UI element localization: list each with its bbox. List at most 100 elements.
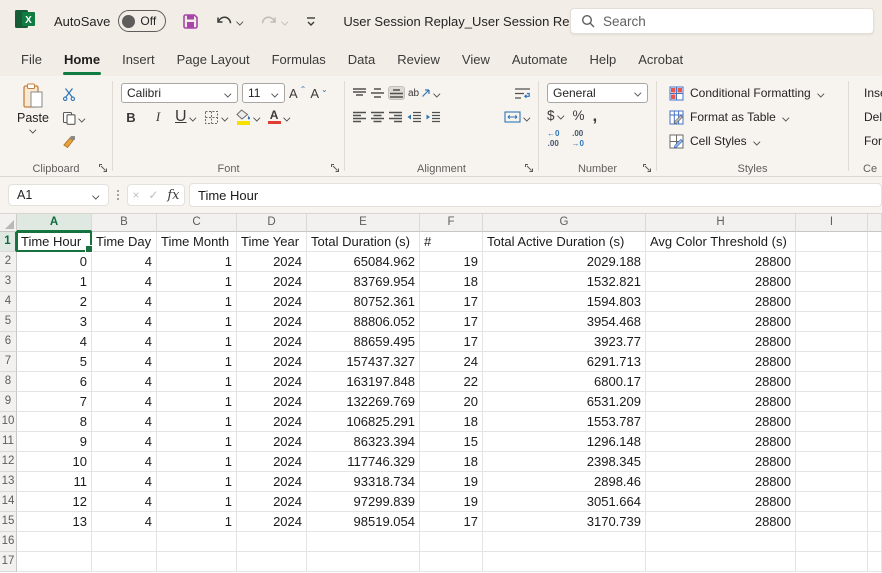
increase-font-size-button[interactable]: A⌃ xyxy=(289,86,306,101)
align-left-button[interactable] xyxy=(352,111,367,123)
insert-cells-button[interactable]: Inse xyxy=(851,81,880,105)
cell-I2[interactable] xyxy=(796,252,868,272)
cell-D17[interactable] xyxy=(237,552,307,572)
cell-C1[interactable]: Time Month xyxy=(157,232,237,252)
cell-H15[interactable]: 28800 xyxy=(646,512,796,532)
cell-H7[interactable]: 28800 xyxy=(646,352,796,372)
cell-D2[interactable]: 2024 xyxy=(237,252,307,272)
font-size-select[interactable]: 11 xyxy=(242,83,285,103)
cell-I14[interactable] xyxy=(796,492,868,512)
paste-button[interactable]: Paste xyxy=(10,81,56,152)
column-header-D[interactable]: D xyxy=(237,214,307,232)
column-header-B[interactable]: B xyxy=(92,214,157,232)
cell-J14[interactable] xyxy=(868,492,882,512)
row-header-17[interactable]: 17 xyxy=(0,552,17,572)
cell-A11[interactable]: 9 xyxy=(17,432,92,452)
cut-button[interactable] xyxy=(62,84,86,104)
row-header-3[interactable]: 3 xyxy=(0,272,17,292)
cell-A6[interactable]: 4 xyxy=(17,332,92,352)
cell-I16[interactable] xyxy=(796,532,868,552)
cell-E5[interactable]: 88806.052 xyxy=(307,312,420,332)
format-cells-button[interactable]: For xyxy=(851,129,880,153)
cell-F5[interactable]: 17 xyxy=(420,312,483,332)
cell-H6[interactable]: 28800 xyxy=(646,332,796,352)
cell-E2[interactable]: 65084.962 xyxy=(307,252,420,272)
align-center-button[interactable] xyxy=(370,111,385,123)
cell-E13[interactable]: 93318.734 xyxy=(307,472,420,492)
cell-F7[interactable]: 24 xyxy=(420,352,483,372)
cell-E6[interactable]: 88659.495 xyxy=(307,332,420,352)
row-header-2[interactable]: 2 xyxy=(0,252,17,272)
delete-cells-button[interactable]: Del xyxy=(851,105,880,129)
column-header-F[interactable]: F xyxy=(420,214,483,232)
cell-C4[interactable]: 1 xyxy=(157,292,237,312)
cell-G7[interactable]: 6291.713 xyxy=(483,352,646,372)
cell-B15[interactable]: 4 xyxy=(92,512,157,532)
cell-G6[interactable]: 3923.77 xyxy=(483,332,646,352)
row-header-10[interactable]: 10 xyxy=(0,412,17,432)
cell-B8[interactable]: 4 xyxy=(92,372,157,392)
cell-C3[interactable]: 1 xyxy=(157,272,237,292)
cell-I11[interactable] xyxy=(796,432,868,452)
format-as-table-button[interactable]: Format as Table xyxy=(659,105,846,129)
bottom-align-button[interactable] xyxy=(388,86,405,100)
cell-D16[interactable] xyxy=(237,532,307,552)
cell-A13[interactable]: 11 xyxy=(17,472,92,492)
cell-J6[interactable] xyxy=(868,332,882,352)
fill-color-button[interactable] xyxy=(236,109,261,125)
cell-F14[interactable]: 19 xyxy=(420,492,483,512)
cell-A2[interactable]: 0 xyxy=(17,252,92,272)
cell-A4[interactable]: 2 xyxy=(17,292,92,312)
cell-B1[interactable]: Time Day xyxy=(92,232,157,252)
cell-F16[interactable] xyxy=(420,532,483,552)
cell-A7[interactable]: 5 xyxy=(17,352,92,372)
cell-I9[interactable] xyxy=(796,392,868,412)
cell-J2[interactable] xyxy=(868,252,882,272)
column-header-G[interactable]: G xyxy=(483,214,646,232)
cell-G16[interactable] xyxy=(483,532,646,552)
cell-E17[interactable] xyxy=(307,552,420,572)
cell-F17[interactable] xyxy=(420,552,483,572)
cell-G3[interactable]: 1532.821 xyxy=(483,272,646,292)
tab-page-layout[interactable]: Page Layout xyxy=(166,44,261,75)
excel-logo-icon[interactable]: X xyxy=(14,8,36,35)
underline-button[interactable]: U xyxy=(175,108,197,126)
cell-A1[interactable]: Time Hour xyxy=(17,232,92,252)
formula-input[interactable]: Time Hour xyxy=(189,183,882,207)
cell-C13[interactable]: 1 xyxy=(157,472,237,492)
cell-F1[interactable]: # xyxy=(420,232,483,252)
row-header-4[interactable]: 4 xyxy=(0,292,17,312)
cell-E1[interactable]: Total Duration (s) xyxy=(307,232,420,252)
cell-A17[interactable] xyxy=(17,552,92,572)
cell-E9[interactable]: 132269.769 xyxy=(307,392,420,412)
cell-C15[interactable]: 1 xyxy=(157,512,237,532)
cell-D14[interactable]: 2024 xyxy=(237,492,307,512)
tab-file[interactable]: File xyxy=(10,44,53,75)
quick-access-toolbar-button[interactable] xyxy=(305,15,317,27)
merge-center-button[interactable] xyxy=(504,111,531,123)
cell-A15[interactable]: 13 xyxy=(17,512,92,532)
cell-B12[interactable]: 4 xyxy=(92,452,157,472)
cell-B9[interactable]: 4 xyxy=(92,392,157,412)
cell-A14[interactable]: 12 xyxy=(17,492,92,512)
copy-button[interactable] xyxy=(62,108,86,128)
column-header-C[interactable]: C xyxy=(157,214,237,232)
cell-H4[interactable]: 28800 xyxy=(646,292,796,312)
cell-J7[interactable] xyxy=(868,352,882,372)
decrease-decimal-button[interactable]: .00 →0 xyxy=(571,130,583,148)
cell-I7[interactable] xyxy=(796,352,868,372)
cell-F8[interactable]: 22 xyxy=(420,372,483,392)
row-header-11[interactable]: 11 xyxy=(0,432,17,452)
cell-H10[interactable]: 28800 xyxy=(646,412,796,432)
cell-D1[interactable]: Time Year xyxy=(237,232,307,252)
cell-D13[interactable]: 2024 xyxy=(237,472,307,492)
cell-I3[interactable] xyxy=(796,272,868,292)
column-header-I[interactable]: I xyxy=(796,214,868,232)
cell-D12[interactable]: 2024 xyxy=(237,452,307,472)
alignment-dialog-launcher[interactable] xyxy=(523,162,535,174)
orientation-button[interactable]: ab xyxy=(408,88,441,99)
row-header-5[interactable]: 5 xyxy=(0,312,17,332)
cell-A9[interactable]: 7 xyxy=(17,392,92,412)
cell-D9[interactable]: 2024 xyxy=(237,392,307,412)
cell-J9[interactable] xyxy=(868,392,882,412)
